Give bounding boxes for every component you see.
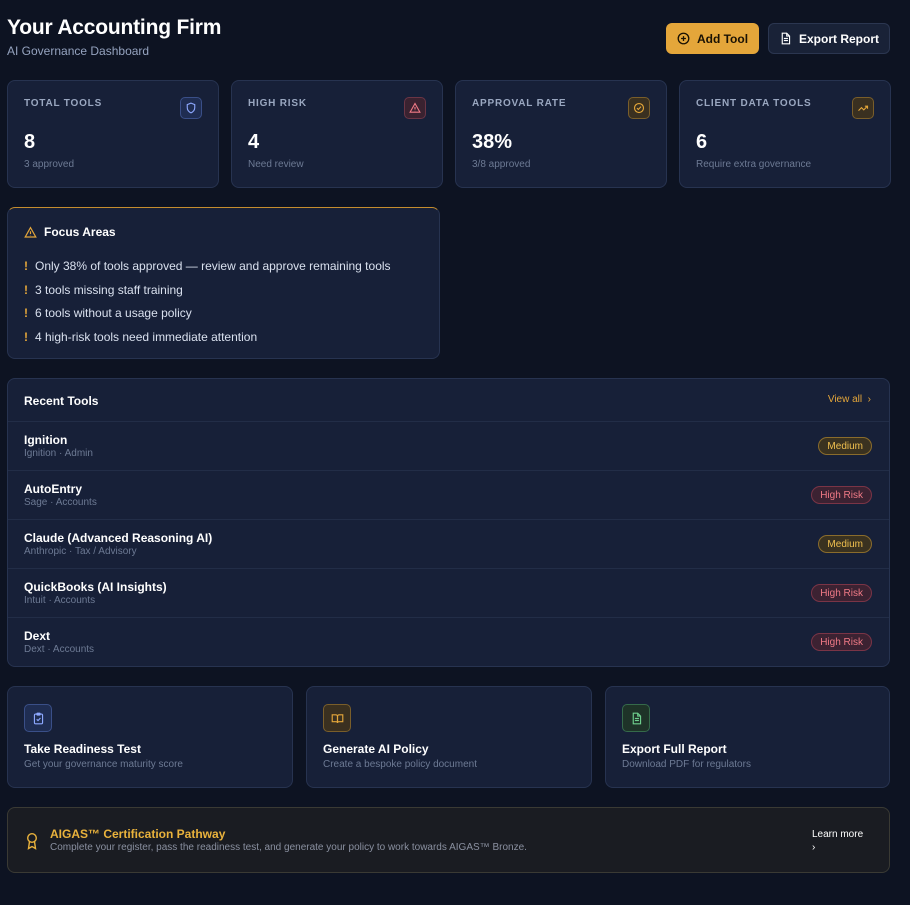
risk-badge: High Risk (811, 486, 872, 504)
stat-label: TOTAL TOOLS (24, 98, 103, 109)
chevron-right-icon: › (812, 842, 816, 853)
add-tool-button[interactable]: Add Tool (666, 23, 759, 54)
page-header: Your Accounting Firm AI Governance Dashb… (7, 16, 221, 58)
plus-circle-icon (677, 32, 690, 45)
file-icon (781, 32, 791, 45)
tool-row[interactable]: AutoEntry Sage · Accounts High Risk (8, 471, 889, 520)
tool-row[interactable]: Claude (Advanced Reasoning AI) Anthropic… (8, 520, 889, 569)
stat-card-client-data-tools: CLIENT DATA TOOLS 6 Require extra govern… (679, 80, 891, 188)
chevron-right-icon: › (864, 394, 871, 405)
recent-tools-title: Recent Tools (24, 394, 99, 408)
action-sub: Download PDF for regulators (622, 759, 751, 770)
shield-icon (180, 97, 202, 119)
focus-item-text: 4 high-risk tools need immediate attenti… (35, 329, 258, 344)
tool-name: QuickBooks (AI Insights) (24, 580, 167, 594)
stat-sub: Require extra governance (696, 159, 812, 170)
stat-value: 8 (24, 131, 36, 153)
action-title: Generate AI Policy (323, 742, 429, 756)
tool-name: AutoEntry (24, 482, 82, 496)
page-subtitle: AI Governance Dashboard (7, 44, 150, 58)
risk-badge: High Risk (811, 633, 872, 651)
tool-name: Claude (Advanced Reasoning AI) (24, 531, 213, 545)
tool-meta: Sage · Accounts (24, 497, 97, 508)
focus-item: ! 3 tools missing staff training (24, 278, 391, 302)
tool-row[interactable]: Dext Dext · Accounts High Risk (8, 618, 889, 667)
view-all-label: View all (827, 394, 863, 405)
action-title: Export Full Report (622, 742, 727, 756)
certification-banner: AIGAS™ Certification Pathway Complete yo… (7, 807, 890, 873)
take-readiness-test-card[interactable]: Take Readiness Test Get your governance … (7, 686, 293, 788)
export-full-report-card[interactable]: Export Full Report Download PDF for regu… (605, 686, 890, 788)
file-text-icon (622, 704, 650, 732)
focus-item: ! 4 high-risk tools need immediate attent… (24, 325, 391, 349)
learn-more-label: Learn more (812, 829, 864, 840)
tool-row[interactable]: Ignition Ignition · Admin Medium (8, 422, 889, 471)
action-sub: Get your governance maturity score (24, 759, 183, 770)
page-title: Your Accounting Firm (7, 16, 222, 39)
tool-meta: Anthropic · Tax / Advisory (24, 546, 137, 557)
add-tool-label: Add Tool (696, 31, 749, 46)
clipboard-check-icon (24, 704, 52, 732)
action-title: Take Readiness Test (24, 742, 141, 756)
trending-up-icon (852, 97, 874, 119)
award-icon (26, 832, 38, 850)
check-circle-icon (628, 97, 650, 119)
risk-badge: Medium (818, 437, 872, 455)
stat-sub: Need review (248, 159, 304, 170)
focus-item: ! 6 tools without a usage policy (24, 301, 391, 325)
tool-meta: Ignition · Admin (24, 448, 93, 459)
tool-meta: Intuit · Accounts (24, 595, 96, 606)
export-report-button[interactable]: Export Report (768, 23, 890, 54)
warning-triangle-icon (404, 97, 426, 119)
stat-value: 6 (696, 131, 708, 153)
focus-item-text: 6 tools without a usage policy (35, 306, 192, 321)
focus-areas-list: ! Only 38% of tools approved — review and… (24, 254, 391, 349)
focus-item-marker: ! (24, 329, 28, 344)
tool-name: Ignition (24, 433, 68, 447)
focus-areas-panel: Focus Areas ! Only 38% of tools approved … (7, 207, 440, 359)
focus-item-marker: ! (24, 306, 28, 321)
tool-meta: Dext · Accounts (24, 644, 95, 655)
certification-title: AIGAS™ Certification Pathway (50, 827, 226, 841)
action-sub: Create a bespoke policy document (323, 759, 477, 770)
book-open-icon (323, 704, 351, 732)
risk-badge: High Risk (811, 584, 872, 602)
focus-item: ! Only 38% of tools approved — review and… (24, 254, 391, 278)
recent-tools-header: Recent Tools View all › (8, 379, 889, 422)
focus-item-marker: ! (24, 282, 28, 297)
stat-value: 4 (248, 131, 260, 153)
focus-areas-title-text: Focus Areas (44, 225, 116, 239)
stat-sub: 3 approved (24, 159, 75, 170)
generate-ai-policy-card[interactable]: Generate AI Policy Create a bespoke poli… (306, 686, 592, 788)
stat-label: CLIENT DATA TOOLS (696, 98, 812, 109)
stat-label: APPROVAL RATE (472, 98, 567, 109)
focus-item-marker: ! (24, 258, 28, 273)
focus-item-text: 3 tools missing staff training (35, 282, 183, 297)
learn-more-link[interactable]: Learn more › (812, 828, 882, 854)
tool-name: Dext (24, 629, 51, 643)
recent-tools-panel: Recent Tools View all › Ignition Ignitio… (7, 378, 890, 667)
stat-card-high-risk: HIGH RISK 4 Need review (231, 80, 443, 188)
warning-triangle-icon (24, 225, 37, 238)
export-report-label: Export Report (798, 31, 879, 46)
stat-card-approval-rate: APPROVAL RATE 38% 3/8 approved (455, 80, 667, 188)
stat-card-total-tools: TOTAL TOOLS 8 3 approved (7, 80, 219, 188)
tool-row[interactable]: QuickBooks (AI Insights) Intuit · Accoun… (8, 569, 889, 618)
risk-badge: Medium (818, 535, 872, 553)
focus-item-text: Only 38% of tools approved — review and … (35, 258, 391, 273)
stat-label: HIGH RISK (248, 98, 307, 109)
stat-value: 38% (472, 131, 513, 153)
certification-sub: Complete your register, pass the readine… (50, 842, 527, 853)
focus-areas-title: Focus Areas (24, 225, 116, 239)
stat-sub: 3/8 approved (472, 159, 531, 170)
view-all-link[interactable]: View all › (828, 394, 871, 405)
